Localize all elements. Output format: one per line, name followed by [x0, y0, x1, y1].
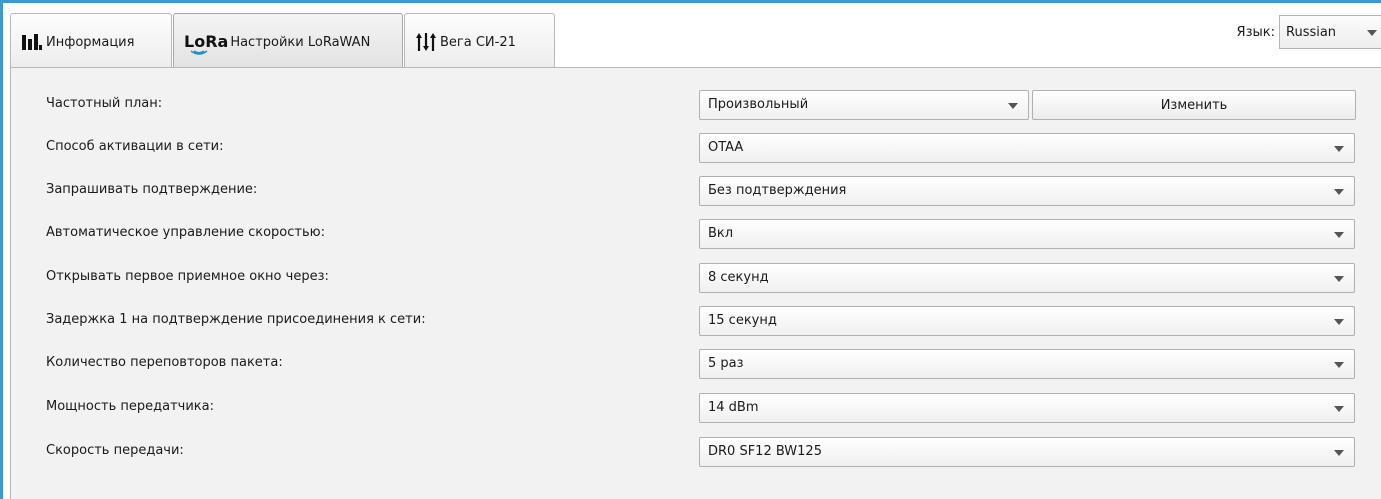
tab-vega-si21[interactable]: Вега СИ-21	[404, 13, 555, 70]
frequency-plan-value: Произвольный	[708, 97, 809, 112]
data-rate-label: Скорость передачи:	[46, 443, 184, 458]
settings-panel: Частотный план: Произвольный Изменить Сп…	[10, 67, 1381, 499]
setting-row-join-delay: Задержка 1 на подтверждение присоединени…	[11, 306, 1381, 336]
tab-information[interactable]: Информация	[10, 13, 172, 70]
adr-value: Вкл	[708, 226, 734, 241]
activation-method-label: Способ активации в сети:	[46, 139, 224, 154]
sliders-icon	[415, 32, 437, 52]
retransmissions-value: 5 раз	[708, 356, 744, 371]
tab-lorawan-settings-label: Настройки LoRaWAN	[230, 34, 371, 50]
confirmation-select[interactable]: Без подтверждения	[699, 176, 1355, 206]
confirmation-label: Запрашивать подтверждение:	[46, 182, 258, 197]
chevron-down-icon	[1334, 232, 1344, 238]
tab-bar: Информация LoRa Настройки LoRaWAN Вега С…	[3, 3, 1381, 70]
retransmissions-select[interactable]: 5 раз	[699, 349, 1355, 379]
rx1-delay-value: 8 секунд	[708, 270, 769, 285]
frequency-plan-label: Частотный план:	[46, 96, 163, 111]
chevron-down-icon	[1334, 319, 1344, 325]
tx-power-label: Мощность передатчика:	[46, 399, 214, 414]
rx1-delay-label: Открывать первое приемное окно через:	[46, 269, 329, 284]
adr-label: Автоматическое управление скоростью:	[46, 225, 325, 240]
tx-power-value: 14 dBm	[708, 400, 759, 415]
tab-vega-si21-label: Вега СИ-21	[440, 34, 516, 50]
language-value: Russian	[1286, 24, 1337, 40]
rx1-delay-select[interactable]: 8 секунд	[699, 263, 1355, 293]
join-delay-select[interactable]: 15 секунд	[699, 306, 1355, 336]
bar-chart-icon	[21, 33, 43, 51]
frequency-plan-select[interactable]: Произвольный	[699, 90, 1029, 120]
lora-logo-text: LoRa	[184, 32, 229, 51]
tab-lorawan-settings[interactable]: LoRa Настройки LoRaWAN	[173, 13, 403, 70]
language-selector-group: Язык: Russian	[1237, 15, 1381, 49]
chevron-down-icon	[1334, 406, 1344, 412]
confirmation-value: Без подтверждения	[708, 183, 847, 198]
language-label: Язык:	[1236, 24, 1275, 40]
chevron-down-icon	[1334, 276, 1344, 282]
chevron-down-icon	[1367, 30, 1377, 36]
chevron-down-icon	[1008, 103, 1018, 109]
setting-row-adr: Автоматическое управление скоростью: Вкл	[11, 219, 1381, 249]
setting-row-data-rate: Скорость передачи: DR0 SF12 BW125	[11, 437, 1381, 467]
data-rate-value: DR0 SF12 BW125	[708, 444, 822, 459]
chevron-down-icon	[1334, 450, 1344, 456]
setting-row-tx-power: Мощность передатчика: 14 dBm	[11, 393, 1381, 423]
chevron-down-icon	[1334, 362, 1344, 368]
setting-row-frequency-plan: Частотный план: Произвольный Изменить	[11, 90, 1381, 120]
change-button[interactable]: Изменить	[1032, 90, 1356, 120]
chevron-down-icon	[1334, 146, 1344, 152]
tx-power-select[interactable]: 14 dBm	[699, 393, 1355, 423]
lora-logo-icon: LoRa	[184, 32, 229, 55]
data-rate-select[interactable]: DR0 SF12 BW125	[699, 437, 1355, 467]
setting-row-activation-method: Способ активации в сети: OTAA	[11, 133, 1381, 163]
activation-method-select[interactable]: OTAA	[699, 133, 1355, 163]
setting-row-retransmissions: Количество переповторов пакета: 5 раз	[11, 349, 1381, 379]
retransmissions-label: Количество переповторов пакета:	[46, 355, 283, 370]
adr-select[interactable]: Вкл	[699, 219, 1355, 249]
chevron-down-icon	[1334, 189, 1344, 195]
activation-method-value: OTAA	[708, 140, 744, 155]
tab-information-label: Информация	[46, 34, 135, 50]
setting-row-confirmation: Запрашивать подтверждение: Без подтвержд…	[11, 176, 1381, 206]
join-delay-label: Задержка 1 на подтверждение присоединени…	[46, 312, 426, 327]
window-border-left	[0, 0, 3, 499]
join-delay-value: 15 секунд	[708, 313, 777, 328]
language-select[interactable]: Russian	[1279, 15, 1381, 49]
setting-row-rx1-delay: Открывать первое приемное окно через: 8 …	[11, 263, 1381, 293]
